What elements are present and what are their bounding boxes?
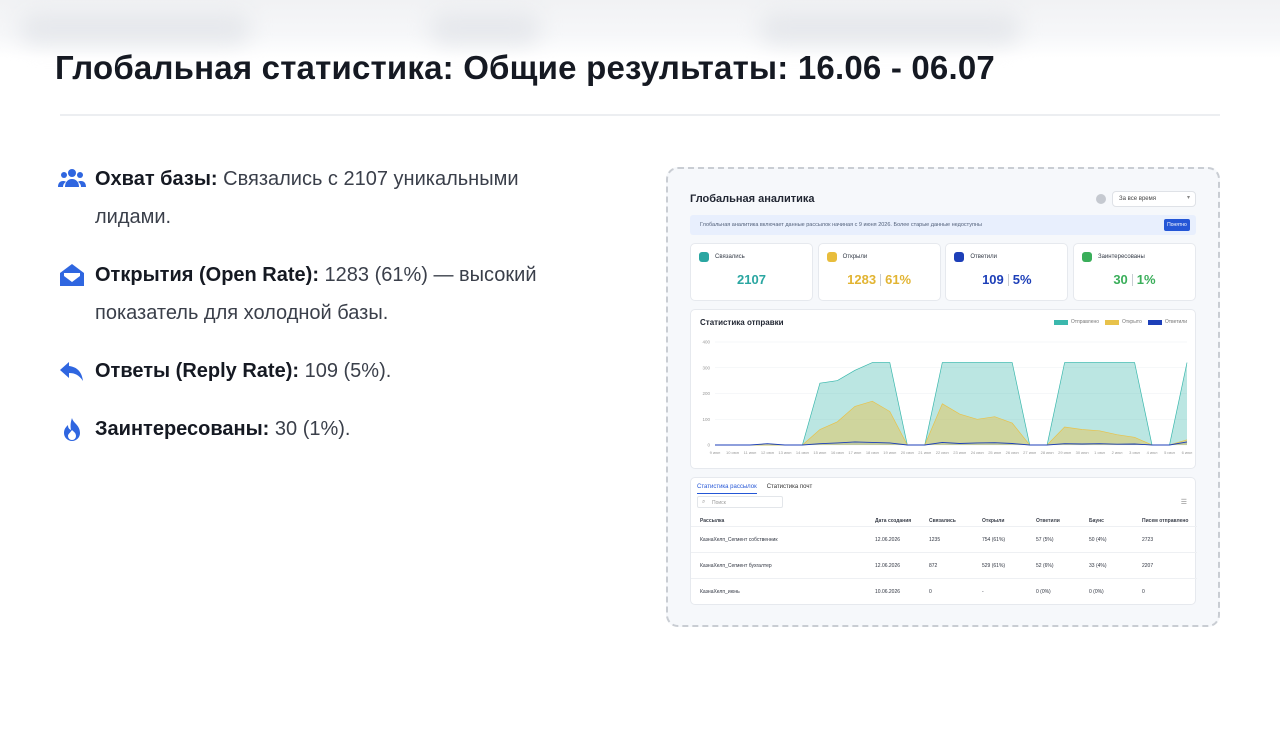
x-tick-label: 9 июн [710, 450, 721, 455]
x-tick-label: 3 июл [1129, 450, 1140, 455]
y-tick-label: 0 [707, 443, 710, 448]
x-tick-label: 5 июл [1164, 450, 1175, 455]
kpi-value: 30 1% [1113, 272, 1156, 287]
x-tick-label: 24 июн [971, 450, 984, 455]
gear-icon[interactable] [1096, 194, 1106, 204]
table-tabs: Статистика рассылок Статистика почт [697, 483, 812, 494]
x-tick-label: 25 июн [988, 450, 1001, 455]
x-tick-label: 26 июн [1006, 450, 1019, 455]
reply-icon [60, 362, 83, 381]
kpi-interested: Заинтересованы 30 1% [1072, 243, 1196, 301]
kpi-value: 109 5% [982, 272, 1032, 287]
legend-item: Ответили [1147, 319, 1187, 325]
table-row[interactable]: КазнаХелп_Сегмент бухгалтер 12.06.2026 8… [691, 552, 1197, 578]
stat-open-rate: Открытия (Open Rate): 1283 (61%) — высок… [58, 256, 578, 332]
x-tick-label: 21 июн [918, 450, 931, 455]
legend-item: Открыто [1105, 319, 1142, 325]
campaign-table: Статистика рассылок Статистика почт ⌕ Пои… [690, 477, 1197, 605]
chart-plot: 0 100 200 300 400 9 июн 10 июн 11 июн 12 июн 13 и… [702, 340, 1193, 456]
x-tick-label: 11 июн [744, 450, 757, 455]
stat-reach: Охват базы: Связались с 2107 уникальными… [58, 160, 578, 236]
fire-icon [64, 418, 80, 441]
x-tick-label: 12 июн [761, 450, 774, 455]
info-notice: Глобальная аналитика включает данные рас… [690, 215, 1196, 235]
blurred-nav [430, 12, 540, 44]
x-tick-label: 15 июн [813, 450, 826, 455]
kpi-replied: Ответили 109 5% [945, 243, 1069, 301]
x-tick-label: 30 июн [1076, 450, 1089, 455]
x-tick-label: 1 июл [1094, 450, 1105, 455]
x-tick-label: 29 июн [1058, 450, 1071, 455]
y-tick-label: 300 [702, 365, 710, 370]
x-tick-label: 20 июн [901, 450, 914, 455]
notice-ok-button[interactable]: Понятно [1164, 219, 1190, 231]
blurred-nav-right [760, 12, 1020, 44]
send-stats-chart: Статистика отправки Отправлено Открыто О… [690, 309, 1196, 469]
y-tick-label: 100 [702, 417, 710, 422]
thumbs-up-icon [1081, 252, 1092, 262]
x-tick-label: 2 июл [1112, 450, 1123, 455]
y-tick-label: 200 [702, 391, 710, 396]
chart-legend: Отправлено Открыто Ответили [1053, 319, 1187, 325]
tab-mailbox-stats[interactable]: Статистика почт [767, 483, 813, 494]
users-icon [58, 169, 86, 187]
x-tick-label: 13 июн [778, 450, 791, 455]
kpi-value: 2107 [737, 272, 766, 287]
tab-campaign-stats[interactable]: Статистика рассылок [697, 483, 757, 494]
title-divider [60, 114, 1220, 116]
stat-reply-rate: Ответы (Reply Rate): 109 (5%). [58, 352, 578, 390]
x-tick-label: 4 июл [1147, 450, 1158, 455]
page-title: Глобальная статистика: Общие результаты:… [55, 49, 995, 86]
x-tick-label: 22 июн [936, 450, 949, 455]
x-tick-label: 17 июн [848, 450, 861, 455]
x-tick-label: 14 июн [796, 450, 809, 455]
x-tick-label: 10 июн [726, 450, 739, 455]
table-menu-icon[interactable]: ☰ [1181, 498, 1187, 506]
kpi-contacted: Связались 2107 [690, 243, 813, 301]
table-header: Рассылка Дата создания Связались Открыли… [700, 518, 1189, 524]
y-tick-label: 400 [702, 340, 710, 345]
kpi-opened: Открыли 1283 61% [817, 243, 941, 301]
x-tick-label: 18 июн [866, 450, 879, 455]
x-tick-label: 16 июн [831, 450, 844, 455]
chevron-down-icon: ▾ [1186, 195, 1190, 201]
mail-open-icon [826, 252, 837, 262]
x-tick-label: 28 июн [1041, 450, 1054, 455]
period-select[interactable]: За все время ▾ [1112, 191, 1196, 207]
kpi-row: Связались 2107 Открыли 1283 61% Ответили … [690, 243, 1196, 301]
envelope-open-icon [60, 264, 84, 286]
search-input[interactable]: ⌕ Поиск [697, 496, 783, 508]
table-row[interactable]: КазнаХелп_Сегмент собственник 12.06.2026… [691, 526, 1197, 552]
search-icon: ⌕ [702, 499, 706, 505]
table-row[interactable]: КазнаХелп_июнь 10.06.2026 0 - 0 (0%) 0 (… [691, 578, 1197, 604]
x-tick-label: 19 июн [883, 450, 896, 455]
analytics-title: Глобальная аналитика [690, 193, 815, 205]
kpi-value: 1283 61% [847, 272, 912, 287]
x-tick-label: 6 июл [1182, 450, 1193, 455]
analytics-screenshot: Глобальная аналитика За все время ▾ Глоба… [666, 167, 1220, 627]
send-icon [699, 252, 709, 262]
legend-item: Отправлено [1053, 319, 1099, 325]
stats-list: Охват базы: Связались с 2107 уникальными… [58, 160, 578, 468]
chat-icon [954, 252, 965, 262]
x-tick-label: 23 июн [953, 450, 966, 455]
blurred-logo [20, 12, 250, 44]
stat-interested: Заинтересованы: 30 (1%). [58, 410, 578, 448]
chart-title: Статистика отправки [700, 318, 784, 327]
x-tick-label: 27 июн [1023, 450, 1036, 455]
